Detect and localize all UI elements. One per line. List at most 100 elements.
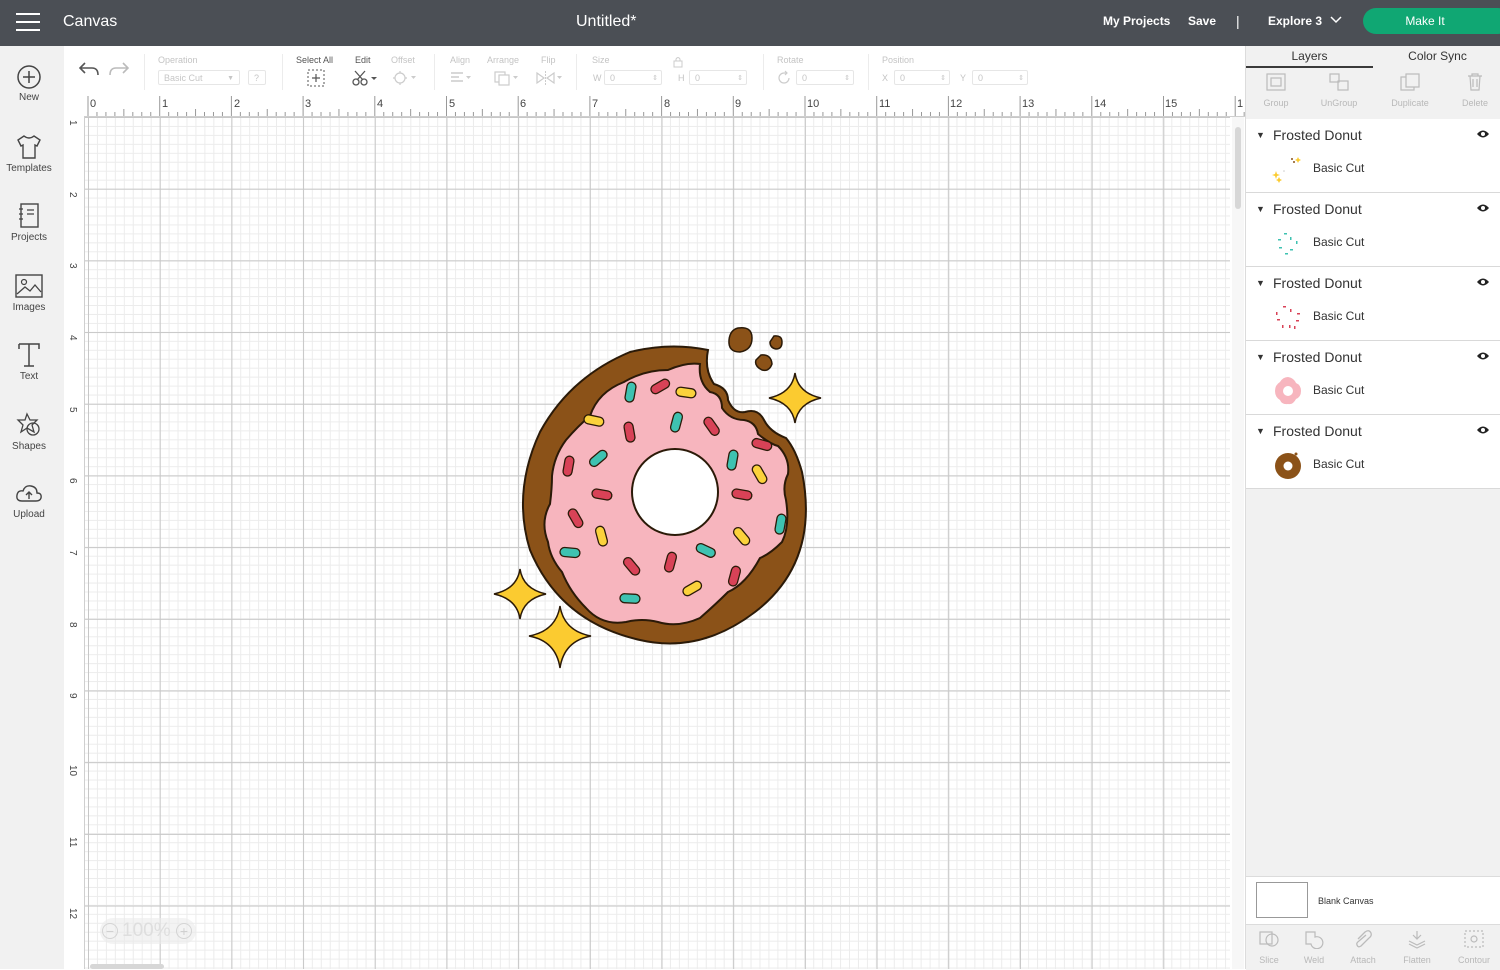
collapse-caret-icon[interactable]: ▼	[1256, 204, 1265, 214]
flip-icon[interactable]	[535, 70, 565, 86]
eye-icon[interactable]	[1476, 425, 1490, 435]
slice-button[interactable]: Slice	[1244, 925, 1294, 965]
sidebar-item-projects[interactable]: Projects	[0, 202, 58, 262]
select-all-label: Select All	[296, 55, 334, 65]
width-input[interactable]: 0 ⇕	[604, 70, 662, 85]
sidebar-item-images[interactable]: Images	[0, 272, 58, 332]
layer-operation: Basic Cut	[1313, 161, 1365, 175]
my-projects-link[interactable]: My Projects	[1103, 14, 1170, 28]
tab-color-sync[interactable]: Color Sync	[1374, 46, 1500, 66]
operation-select[interactable]: Basic Cut ▼	[158, 70, 240, 85]
panel-tabs: Layers Color Sync	[1246, 46, 1500, 68]
hamburger-menu-icon[interactable]	[16, 13, 40, 33]
arrange-icon[interactable]	[493, 70, 521, 86]
sidebar-item-upload[interactable]: Upload	[0, 481, 58, 541]
sparkle-shape[interactable]	[525, 602, 595, 672]
sidebar-item-new[interactable]: New	[0, 64, 58, 124]
group-button[interactable]: Group	[1246, 68, 1306, 108]
zoom-out-button[interactable]: −	[102, 923, 118, 939]
y-position-value: 0	[978, 73, 984, 83]
sparkles-thumbnail	[1272, 157, 1301, 183]
chevron-down-icon[interactable]	[1330, 16, 1342, 24]
trash-icon	[1468, 73, 1482, 91]
collapse-caret-icon[interactable]: ▼	[1256, 352, 1265, 362]
ruler-vertical: 1 2 3 4 5 6 7 8 9 10 11 12	[64, 116, 85, 969]
document-title[interactable]: Untitled*	[576, 13, 636, 31]
layer-item[interactable]: ▼ Frosted Donut Basic Cut	[1246, 193, 1500, 267]
rotate-value: 0	[802, 73, 808, 83]
layer-item[interactable]: ▼ Frosted Donut Basic Cut	[1246, 341, 1500, 415]
zoom-in-button[interactable]: +	[176, 923, 192, 939]
toolbar-divider	[576, 54, 577, 90]
y-position-input[interactable]: 0 ⇕	[972, 70, 1028, 85]
duplicate-button[interactable]: Duplicate	[1380, 68, 1440, 108]
undo-icon[interactable]	[78, 60, 100, 78]
duplicate-icon	[1400, 73, 1420, 91]
layer-item[interactable]: ▼ Frosted Donut Basic Cut	[1246, 267, 1500, 341]
horizontal-scrollbar-thumb[interactable]	[90, 964, 164, 969]
ungroup-button[interactable]: UnGroup	[1309, 68, 1369, 108]
x-label: X	[882, 73, 889, 83]
donut-base-thumbnail	[1275, 452, 1301, 479]
eye-icon[interactable]	[1476, 203, 1490, 213]
contour-button[interactable]: Contour	[1449, 925, 1499, 965]
x-position-value: 0	[900, 73, 906, 83]
text-icon	[18, 343, 40, 367]
layer-operation: Basic Cut	[1313, 235, 1365, 249]
make-it-button[interactable]: Make It	[1363, 8, 1500, 34]
align-label: Align	[450, 55, 471, 65]
layers-panel: Layers Color Sync Group UnGroup Duplicat…	[1244, 46, 1500, 970]
delete-button[interactable]: Delete	[1445, 68, 1500, 108]
offset-icon[interactable]	[392, 70, 418, 86]
ruler-horizontal: 0 1 2 3 4 5 6 7 8 9 10 11 12 13 14 15 1	[64, 96, 1245, 117]
attach-button[interactable]: Attach	[1338, 925, 1388, 965]
weld-button[interactable]: Weld	[1289, 925, 1339, 965]
rotate-input[interactable]: 0 ⇕	[796, 70, 854, 85]
size-label: Size	[592, 55, 610, 65]
blank-canvas-row: Blank Canvas	[1246, 876, 1500, 925]
top-bar: Canvas Untitled* My Projects Save | Expl…	[0, 0, 1500, 46]
sparkle-shape[interactable]	[765, 369, 825, 429]
eye-icon[interactable]	[1476, 129, 1490, 139]
ruler-v-4: 4	[67, 335, 78, 341]
ruler-v-11: 11	[67, 837, 78, 848]
toolbar-divider	[868, 54, 869, 90]
ruler-v-1: 1	[67, 120, 78, 126]
scrollbar-thumb[interactable]	[1235, 127, 1241, 209]
operation-label: Operation	[158, 55, 198, 65]
height-input[interactable]: 0 ⇕	[689, 70, 747, 85]
lock-icon[interactable]	[673, 56, 683, 68]
toolbar-divider	[282, 54, 283, 90]
edit-toolbar: Operation Basic Cut ▼ ? Select All Edit O…	[64, 46, 1245, 97]
sidebar-item-templates[interactable]: Templates	[0, 133, 58, 193]
stepper-icon: ⇕	[940, 75, 946, 82]
operation-value: Basic Cut	[164, 73, 203, 83]
x-position-input[interactable]: 0 ⇕	[894, 70, 950, 85]
canvas-color-swatch[interactable]	[1256, 882, 1308, 918]
ruler-v-8: 8	[67, 622, 78, 628]
save-link[interactable]: Save	[1188, 14, 1216, 28]
flatten-button[interactable]: Flatten	[1392, 925, 1442, 965]
layer-item[interactable]: ▼ Frosted Donut Basic Cut	[1246, 119, 1500, 193]
app-name: Canvas	[63, 13, 118, 30]
sidebar-item-text[interactable]: Text	[0, 341, 58, 401]
operation-help-button[interactable]: ?	[248, 70, 266, 85]
collapse-caret-icon[interactable]: ▼	[1256, 426, 1265, 436]
sidebar-item-shapes[interactable]: Shapes	[0, 411, 58, 471]
vertical-scrollbar[interactable]	[1232, 117, 1244, 969]
edit-scissors-icon[interactable]	[351, 69, 379, 87]
collapse-caret-icon[interactable]: ▼	[1256, 130, 1265, 140]
align-icon[interactable]	[449, 70, 475, 86]
layer-item[interactable]: ▼ Frosted Donut Basic Cut	[1246, 415, 1500, 489]
tab-layers[interactable]: Layers	[1246, 46, 1373, 68]
redo-icon[interactable]	[108, 60, 130, 78]
collapse-caret-icon[interactable]: ▼	[1256, 278, 1265, 288]
header-separator: |	[1236, 13, 1240, 29]
eye-icon[interactable]	[1476, 351, 1490, 361]
select-all-icon[interactable]	[307, 69, 325, 87]
design-canvas[interactable]	[85, 117, 1230, 969]
delete-label: Delete	[1461, 98, 1488, 108]
teal-sprinkles-thumbnail	[1278, 233, 1298, 255]
eye-icon[interactable]	[1476, 277, 1490, 287]
machine-selector[interactable]: Explore 3	[1268, 14, 1322, 28]
